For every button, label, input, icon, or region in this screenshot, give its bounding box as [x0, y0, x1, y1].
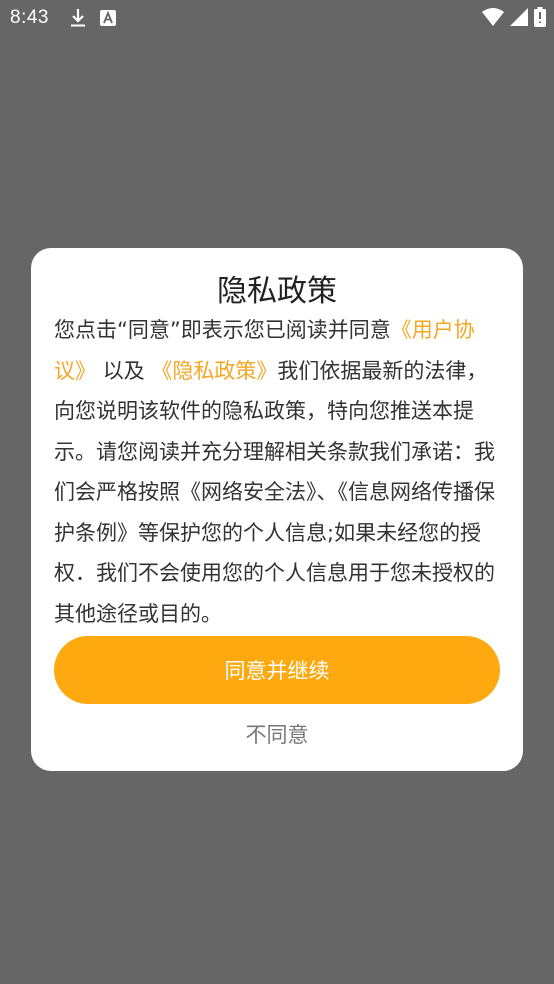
privacy-policy-link[interactable]: 《隐私政策》	[151, 359, 277, 383]
body-suffix: 我们依据最新的法律，向您说明该软件的隐私政策，特向您推送本提示。请您阅读并充分理…	[54, 358, 495, 626]
body-and: 以及	[102, 358, 145, 383]
download-icon	[70, 8, 86, 28]
wifi-icon	[482, 8, 504, 26]
status-bar: 8:43	[0, 0, 554, 36]
dialog-body: 您点击“同意”即表示您已阅读并同意《用户协议》 以及 《隐私政策》我们依据最新的…	[54, 310, 500, 634]
notification-icons	[70, 8, 116, 28]
status-time: 8:43	[10, 7, 49, 28]
dialog-title: 隐私政策	[217, 274, 337, 309]
signal-icon	[510, 8, 528, 26]
agree-continue-button[interactable]: 同意并继续	[54, 636, 500, 704]
decline-button[interactable]: 不同意	[31, 716, 523, 752]
privacy-dialog: 隐私政策 您点击“同意”即表示您已阅读并同意《用户协议》 以及 《隐私政策》我们…	[31, 248, 523, 771]
body-prefix: 您点击“同意”即表示您已阅读并同意	[54, 318, 391, 342]
system-icons	[482, 7, 546, 27]
battery-icon	[534, 7, 546, 27]
font-a-icon	[100, 10, 116, 26]
